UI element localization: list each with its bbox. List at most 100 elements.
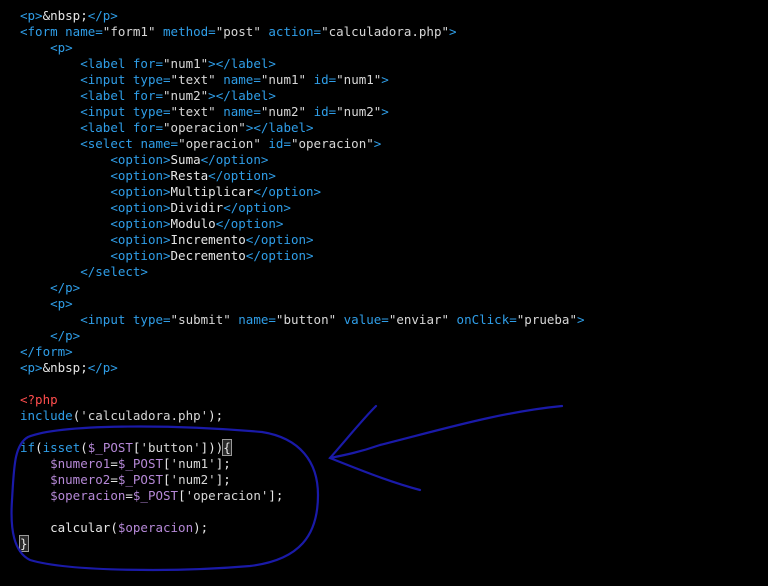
code-token: <?php <box>20 392 58 407</box>
code-token: </option> <box>215 216 284 231</box>
code-token: ></label> <box>208 56 276 71</box>
code-token: <input <box>80 104 133 119</box>
code-token: "text" <box>170 72 224 87</box>
code-token: <select <box>80 136 141 151</box>
code-token: </p> <box>87 360 118 375</box>
code-token: ]; <box>215 472 231 487</box>
code-token: ></label> <box>245 120 314 135</box>
code-token: if <box>20 440 36 455</box>
code-token: <input <box>80 312 133 327</box>
code-token: ]; <box>215 456 231 471</box>
code-token: </form> <box>20 344 73 359</box>
code-token: <option> <box>110 248 171 263</box>
code-line: <input type="submit" name="button" value… <box>20 312 584 328</box>
code-token: <p> <box>50 296 73 311</box>
code-token: > <box>373 136 382 151</box>
code-editor[interactable]: <p>&nbsp;</p> <form name="form1" method="… <box>0 0 768 586</box>
code-token: "enviar" <box>388 312 457 327</box>
code-token: </p> <box>50 280 81 295</box>
code-token: for= <box>132 56 164 71</box>
code-token: </option> <box>245 232 314 247</box>
code-token: method= <box>163 24 216 39</box>
code-token: "text" <box>170 104 224 119</box>
code-token: </option> <box>223 200 291 215</box>
code-token: = <box>110 456 118 471</box>
code-line: if(isset($_POST['button'])){ <box>20 439 232 456</box>
code-token: $numero1 <box>50 456 111 471</box>
code-token: 'num2' <box>170 472 216 487</box>
code-token: <input <box>80 72 133 87</box>
code-token: ); <box>208 408 224 423</box>
code-line: <label for="num1"></label> <box>20 56 276 72</box>
code-token: isset <box>42 440 81 455</box>
code-line: <option>Incremento</option> <box>20 232 314 248</box>
code-token: $_POST <box>117 456 164 471</box>
code-token: </option> <box>208 168 276 183</box>
code-token: <label <box>80 120 133 135</box>
code-token: 'operacion' <box>185 488 269 503</box>
code-token: name= <box>223 72 261 87</box>
code-token: = <box>110 472 118 487</box>
code-token: ( <box>35 440 43 455</box>
code-line: } <box>19 535 29 552</box>
code-token: 'calculadora.php' <box>80 408 209 423</box>
code-line: <input type="text" name="num1" id="num1"… <box>20 72 389 88</box>
code-line: </form> <box>20 344 73 360</box>
code-token: value= <box>343 312 389 327</box>
code-token: "operacion" <box>290 136 374 151</box>
code-token: > <box>381 104 389 119</box>
code-token: $_POST <box>132 488 179 503</box>
code-token: "num1" <box>260 72 314 87</box>
code-line: <label for="num2"></label> <box>20 88 276 104</box>
code-token: &nbsp; <box>42 360 88 375</box>
code-token: id= <box>313 104 337 119</box>
code-line: $numero1=$_POST['num1']; <box>20 456 231 472</box>
code-line: <p> <box>20 40 73 56</box>
code-line: <label for="operacion"></label> <box>20 120 314 136</box>
code-token: </p> <box>50 328 81 343</box>
code-line: <option>Dividir</option> <box>20 200 291 216</box>
code-token: for= <box>132 88 164 103</box>
code-token: "submit" <box>170 312 239 327</box>
code-token: name= <box>238 312 276 327</box>
code-line: <p>&nbsp;</p> <box>20 360 118 376</box>
code-line: </p> <box>20 328 80 344</box>
code-token: [ <box>178 488 186 503</box>
code-token: <option> <box>110 232 171 247</box>
code-token: name= <box>65 24 103 39</box>
code-token: Decremento <box>170 248 246 263</box>
code-token: <option> <box>110 216 171 231</box>
code-token: ( <box>80 440 88 455</box>
code-token: ); <box>193 520 209 535</box>
code-token: = <box>125 488 133 503</box>
code-token: "operacion" <box>178 136 269 151</box>
code-line: <option>Multiplicar</option> <box>20 184 321 200</box>
code-token: Dividir <box>170 200 224 215</box>
code-token: $operacion <box>117 520 194 535</box>
code-token: <option> <box>110 152 171 167</box>
code-line: <p>&nbsp;</p> <box>20 8 118 24</box>
code-token: id= <box>313 72 337 87</box>
code-token: name= <box>140 136 179 151</box>
code-line: </select> <box>20 264 148 280</box>
code-token: [ <box>163 456 171 471</box>
code-token: </p> <box>87 8 118 23</box>
code-token: $_POST <box>87 440 133 455</box>
